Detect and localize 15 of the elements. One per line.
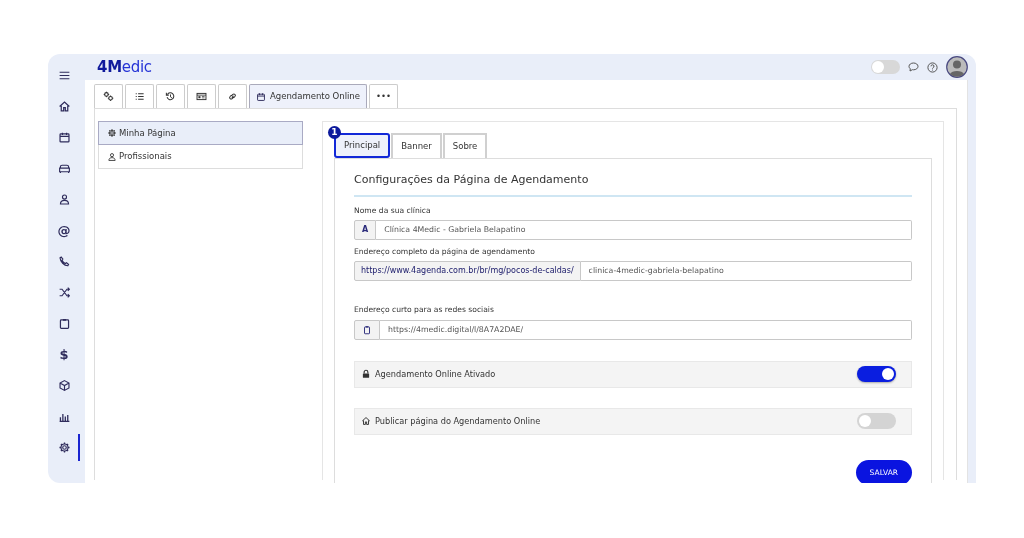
field-addon: A — [354, 219, 377, 240]
section-title: Configurações da Página de Agendamento — [354, 172, 912, 197]
setting-label: Agendamento Online Ativado — [375, 368, 496, 381]
tab[interactable]: Banner — [391, 133, 442, 158]
tab[interactable]: Sobre — [442, 133, 488, 158]
setting-label: Publicar página do Agendamento Online — [375, 415, 541, 428]
url-prefix: https://www.4agenda.com.br/br/mg/pocos-de-caldas/ — [354, 261, 581, 282]
menu-item[interactable]: Minha Página — [98, 121, 303, 145]
sidebar-item[interactable]: @ — [48, 215, 80, 246]
logo: 4Medic — [97, 56, 152, 78]
sidebar-item[interactable]: $ — [48, 339, 80, 370]
tab[interactable]: Agendamento Online — [249, 84, 367, 108]
step-badge: 1 — [328, 126, 341, 139]
menu-item[interactable]: Profissionais — [98, 145, 303, 169]
tab[interactable]: ••• — [369, 84, 399, 108]
